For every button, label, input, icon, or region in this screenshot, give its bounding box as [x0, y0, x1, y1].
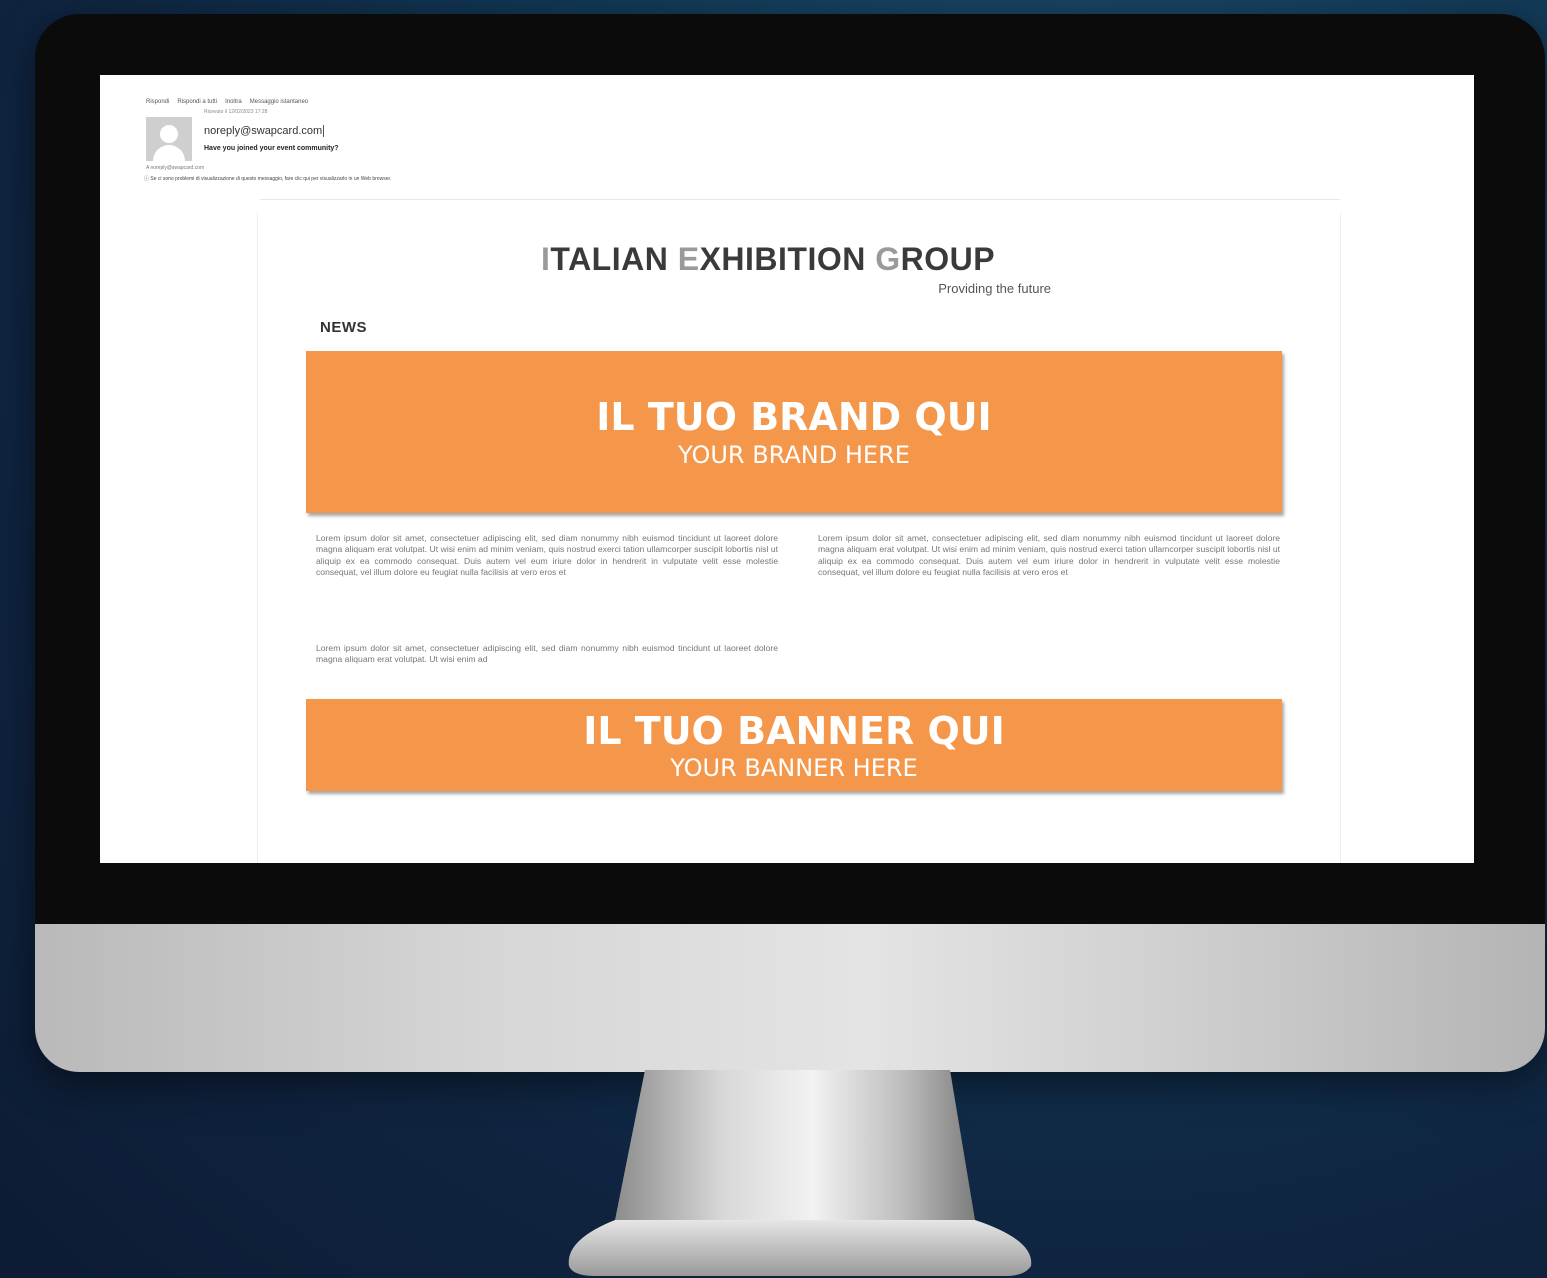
body-text-left-1: Lorem ipsum dolor sit amet, consectetuer… [316, 533, 778, 578]
brand-banner[interactable]: IL TUO BRAND QUI YOUR BRAND HERE [306, 351, 1282, 513]
newsletter-body: ITALIAN EXHIBITION GROUP Providing the f… [257, 213, 1341, 863]
reply-button[interactable]: Rispondi [146, 99, 169, 105]
logo-word: ROUP [900, 241, 996, 277]
monitor-stand [568, 1070, 1032, 1276]
logo-wordmark: ITALIAN EXHIBITION GROUP [541, 241, 1061, 278]
avatar [146, 117, 192, 161]
monitor: Rispondi Rispondi a tutti Inoltra Messag… [35, 14, 1545, 1072]
forward-button[interactable]: Inoltra [225, 99, 242, 105]
logo-word: HIBITION [721, 241, 876, 277]
logo-letter: I [541, 241, 551, 277]
stand-base [568, 1220, 1032, 1276]
avatar-head [160, 125, 178, 143]
logo: ITALIAN EXHIBITION GROUP Providing the f… [541, 241, 1061, 296]
instant-message-button[interactable]: Messaggio istantaneo [250, 99, 308, 105]
body-text-right-1: Lorem ipsum dolor sit amet, consectetuer… [818, 533, 1280, 578]
email-header: Rispondi Rispondi a tutti Inoltra Messag… [144, 99, 666, 182]
logo-letter: E [677, 241, 700, 277]
header-divider [260, 199, 1340, 200]
ad-banner-subtitle: YOUR BANNER HERE [670, 754, 918, 782]
logo-letter: G [875, 241, 901, 277]
recipient-line: A noreply@swapcard.com [146, 165, 205, 171]
brand-banner-subtitle: YOUR BRAND HERE [678, 441, 910, 469]
logo-word: TALIAN [550, 241, 678, 277]
info-bar[interactable]: ⓘ Se ci sono problemi di visualizzazione… [144, 175, 391, 182]
sender-address[interactable]: noreply@swapcard.com [204, 125, 325, 137]
ad-banner[interactable]: IL TUO BANNER QUI YOUR BANNER HERE [306, 699, 1282, 791]
monitor-bezel: Rispondi Rispondi a tutti Inoltra Messag… [35, 14, 1545, 924]
ad-banner-title: IL TUO BANNER QUI [583, 709, 1005, 753]
logo-tagline: Providing the future [938, 281, 1051, 296]
screen: Rispondi Rispondi a tutti Inoltra Messag… [100, 75, 1474, 863]
body-text-left-2: Lorem ipsum dolor sit amet, consectetuer… [316, 643, 778, 665]
avatar-body [153, 145, 185, 161]
reply-all-button[interactable]: Rispondi a tutti [177, 99, 217, 105]
monitor-chin [35, 924, 1545, 1072]
logo-letter: X [699, 241, 722, 277]
stand-neck [615, 1070, 975, 1220]
brand-banner-title: IL TUO BRAND QUI [596, 395, 992, 439]
section-label: NEWS [320, 319, 367, 336]
received-date: Ricevuto il 12/02/2023 17:28 [204, 109, 268, 115]
email-subject: Have you joined your event community? [204, 145, 339, 152]
info-text: Se ci sono problemi di visualizzazione d… [150, 176, 392, 182]
email-toolbar: Rispondi Rispondi a tutti Inoltra Messag… [146, 99, 666, 105]
